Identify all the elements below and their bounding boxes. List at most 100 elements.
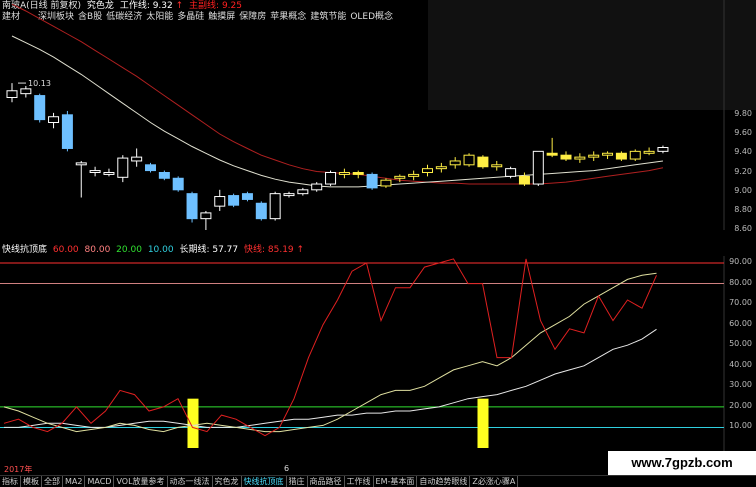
candle — [89, 170, 101, 173]
candle — [255, 202, 267, 220]
candle — [532, 150, 544, 185]
candle — [61, 114, 73, 149]
tab-3[interactable]: MA2 — [63, 476, 86, 487]
candle — [283, 193, 295, 197]
mid-line — [3, 272, 657, 433]
long-line-label: 长期线: 57.77 — [179, 245, 239, 255]
candle — [34, 95, 46, 121]
tab-1[interactable]: 模板 — [21, 476, 42, 487]
tab-6[interactable]: 动态一线法 — [168, 476, 213, 487]
candle — [241, 193, 253, 200]
info-area — [428, 0, 756, 110]
candle — [352, 172, 364, 175]
price-tick: 9.40 — [734, 147, 752, 157]
tab-13[interactable]: 自动趋势眼线 — [417, 476, 471, 487]
osc-tick: 80.00 — [729, 277, 752, 287]
tab-10[interactable]: 商品路径 — [308, 476, 345, 487]
tab-7[interactable]: 究色龙 — [213, 476, 242, 487]
tab-11[interactable]: 工作线 — [345, 476, 374, 487]
signal-bar — [187, 398, 199, 448]
candle — [6, 90, 18, 99]
tab-5[interactable]: VOL放量参考 — [114, 476, 168, 487]
tab-4[interactable]: MACD — [85, 476, 115, 487]
candle — [477, 156, 489, 168]
indicator-v4: 10.00 — [147, 245, 174, 255]
candle — [394, 175, 406, 179]
candle — [117, 157, 129, 178]
fast-line-label: 快线: 85.19 — [244, 245, 294, 255]
indicator-v3: 20.00 — [116, 245, 142, 255]
indicator-tab-bar: 指标 模板 全部 MA2 MACD VOL放量参考 动态一线法 究色龙 快线抗顶底 猎庄 商品路径工… — [0, 475, 756, 487]
osc-tick: 70.00 — [729, 298, 752, 308]
indicator-v2: 80.00 — [84, 245, 111, 255]
tab-14[interactable]: Z必涨心骤A — [470, 476, 519, 487]
tab-8[interactable]: 快线抗顶底 — [242, 476, 287, 487]
candle — [518, 175, 530, 185]
osc-tick: 10.00 — [729, 421, 752, 431]
high-label: 10.13 — [28, 79, 51, 88]
candle — [615, 152, 627, 160]
candle — [449, 160, 461, 166]
price-tick: 9.20 — [734, 166, 752, 176]
candle — [172, 177, 184, 191]
candle — [297, 189, 309, 195]
tab-2[interactable]: 全部 — [42, 476, 63, 487]
up-arrow-icon: ↑ — [296, 245, 305, 255]
osc-tick: 30.00 — [729, 380, 752, 390]
stock-chart-window: 南玻A(日线 前复权) 究色龙 工作线: 9.32 ↑ 主副线: 9.25 建材… — [0, 0, 756, 487]
candle — [435, 166, 447, 170]
candle — [560, 154, 572, 160]
candle — [325, 172, 337, 185]
candle — [602, 152, 614, 156]
candle — [546, 152, 558, 156]
osc-tick: 40.00 — [729, 359, 752, 369]
candle — [311, 183, 323, 191]
candle — [643, 150, 655, 154]
month-label: 6 — [284, 464, 290, 473]
candle — [269, 193, 281, 220]
osc-tick: 20.00 — [729, 400, 752, 410]
candle — [145, 164, 156, 172]
candle — [422, 168, 433, 173]
price-tick: 9.80 — [734, 108, 752, 118]
candle — [588, 154, 600, 158]
candle — [158, 172, 170, 179]
watermark: www.7gpzb.com — [608, 451, 756, 475]
price-tick: 8.60 — [734, 224, 752, 234]
candle — [338, 172, 350, 175]
year-label: 2017年 — [4, 465, 33, 474]
candle — [103, 172, 115, 175]
tab-0[interactable]: 指标 — [0, 476, 21, 487]
fast-line — [3, 258, 657, 437]
candle — [463, 154, 475, 166]
candle — [200, 212, 212, 220]
candle — [574, 156, 586, 160]
candle — [408, 173, 420, 177]
candle — [380, 179, 392, 187]
candle — [657, 147, 669, 152]
candle — [491, 164, 503, 168]
osc-tick: 90.00 — [729, 257, 752, 266]
tab-12[interactable]: EM-基本面 — [374, 476, 418, 487]
indicator-title-row: 快线抗顶底 60.00 80.00 20.00 10.00 长期线: 57.77… — [2, 244, 307, 256]
indicator-title[interactable]: 快线抗顶底 — [2, 245, 47, 255]
candle — [186, 193, 198, 220]
candle — [505, 168, 517, 177]
indicator-v1: 60.00 — [52, 245, 79, 255]
osc-tick: 60.00 — [729, 318, 752, 328]
candle — [228, 195, 240, 206]
candlestick-chart[interactable]: 10.138.5 — [0, 0, 756, 230]
price-tick: 9.00 — [734, 185, 752, 195]
candle — [629, 150, 641, 160]
candle — [131, 156, 143, 162]
signal-bar — [477, 398, 489, 448]
price-tick: 8.80 — [734, 204, 752, 214]
osc-tick: 50.00 — [729, 339, 752, 349]
candle — [20, 88, 32, 95]
price-tick: 9.60 — [734, 128, 752, 138]
candle — [75, 162, 87, 166]
candle — [366, 173, 378, 189]
candle — [48, 116, 60, 123]
oscillator-chart[interactable] — [0, 256, 756, 464]
tab-9[interactable]: 猎庄 — [287, 476, 308, 487]
